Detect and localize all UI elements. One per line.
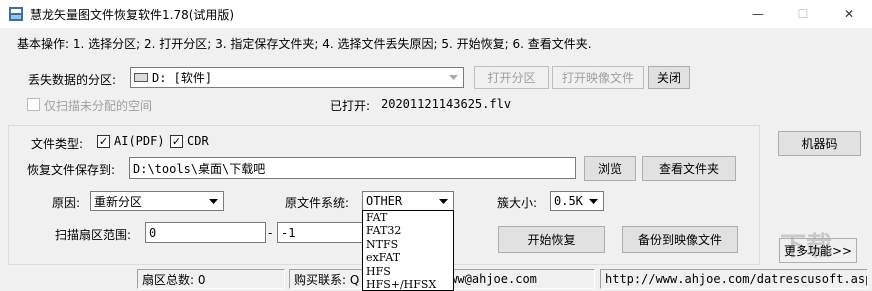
filetype-label: 文件类型:	[31, 137, 84, 151]
chevron-down-icon	[585, 193, 602, 209]
start-recovery-button[interactable]: 开始恢复	[498, 226, 605, 253]
scan-range-separator: -	[268, 226, 273, 240]
filesystem-option[interactable]: FAT32	[363, 224, 453, 237]
title-bar: 慧龙矢量图文件恢复软件1.78(试用版) — ☐ ✕	[0, 0, 872, 28]
status-buy-label: 购买联系: Q	[294, 272, 360, 287]
save-path-label: 恢复文件保存到:	[27, 163, 116, 177]
status-sector-count: 扇区总数: 0	[137, 269, 285, 289]
status-url[interactable]: http://www.ahjoe.com/datrescusoft.asp	[600, 269, 868, 289]
reason-select[interactable]: 重新分区	[90, 191, 224, 211]
save-path-input[interactable]: D:\tools\桌面\下载吧	[129, 157, 576, 179]
partition-label: 丢失数据的分区:	[28, 73, 117, 87]
check-icon: ✓	[171, 135, 182, 148]
opened-label: 已打开:	[330, 99, 371, 113]
filetype-cdr-checkbox[interactable]: ✓	[170, 135, 183, 148]
minimize-button[interactable]: —	[735, 0, 781, 28]
open-image-button[interactable]: 打开映像文件	[552, 66, 644, 89]
more-features-button[interactable]: 更多功能>>	[779, 238, 857, 263]
unallocated-label: 仅扫描未分配的空间	[44, 99, 153, 113]
machine-code-button[interactable]: 机器码	[778, 131, 861, 156]
filesystem-select[interactable]: OTHER	[362, 191, 454, 211]
browse-button[interactable]: 浏览	[584, 156, 636, 181]
chevron-down-icon	[205, 193, 222, 209]
filesystem-option[interactable]: HFS	[363, 265, 453, 278]
filesystem-dropdown-list: FAT FAT32 NTFS exFAT HFS HFS+/HFSX	[362, 210, 454, 291]
filesystem-option[interactable]: HFS+/HFSX	[363, 278, 453, 290]
maximize-button[interactable]: ☐	[780, 0, 826, 28]
unallocated-checkbox[interactable]	[27, 98, 40, 111]
opened-file-value: 20201121143625.flv	[381, 97, 512, 111]
filesystem-value: OTHER	[366, 194, 403, 208]
filesystem-option[interactable]: exFAT	[363, 251, 453, 264]
scan-range-to-input[interactable]: -1	[277, 222, 367, 243]
reason-value: 重新分区	[94, 194, 143, 209]
window-title: 慧龙矢量图文件恢复软件1.78(试用版)	[30, 8, 235, 22]
reason-label: 原因:	[52, 196, 81, 210]
cluster-size-select[interactable]: 0.5K	[550, 191, 604, 211]
scan-range-label: 扫描扇区范围:	[55, 228, 132, 242]
partition-selected-value: D: [软件]	[152, 71, 213, 85]
filesystem-option[interactable]: NTFS	[363, 238, 453, 251]
cluster-size-label: 簇大小:	[497, 196, 538, 210]
filesystem-option[interactable]: FAT	[363, 211, 453, 224]
drive-icon	[134, 73, 148, 82]
close-partition-button[interactable]: 关闭	[648, 66, 690, 89]
app-icon	[8, 6, 24, 22]
check-icon: ✓	[98, 135, 109, 148]
view-folder-button[interactable]: 查看文件夹	[642, 156, 736, 181]
open-partition-button[interactable]: 打开分区	[474, 66, 549, 89]
filetype-cdr-label: CDR	[187, 134, 209, 148]
steps-instructions: 基本操作: 1. 选择分区; 2. 打开分区; 3. 指定保存文件夹; 4. 选…	[17, 37, 592, 51]
chevron-down-icon	[435, 193, 452, 209]
chevron-down-icon	[445, 69, 462, 86]
filetype-ai-checkbox[interactable]: ✓	[97, 135, 110, 148]
filetype-ai-label: AI(PDF)	[114, 134, 165, 148]
filesystem-label: 原文件系统:	[285, 196, 350, 210]
backup-image-button[interactable]: 备份到映像文件	[622, 226, 738, 253]
scan-range-from-input[interactable]: 0	[145, 222, 266, 243]
cluster-size-value: 0.5K	[554, 194, 583, 208]
partition-select[interactable]: D: [软件]	[130, 67, 464, 88]
close-button[interactable]: ✕	[826, 0, 872, 28]
